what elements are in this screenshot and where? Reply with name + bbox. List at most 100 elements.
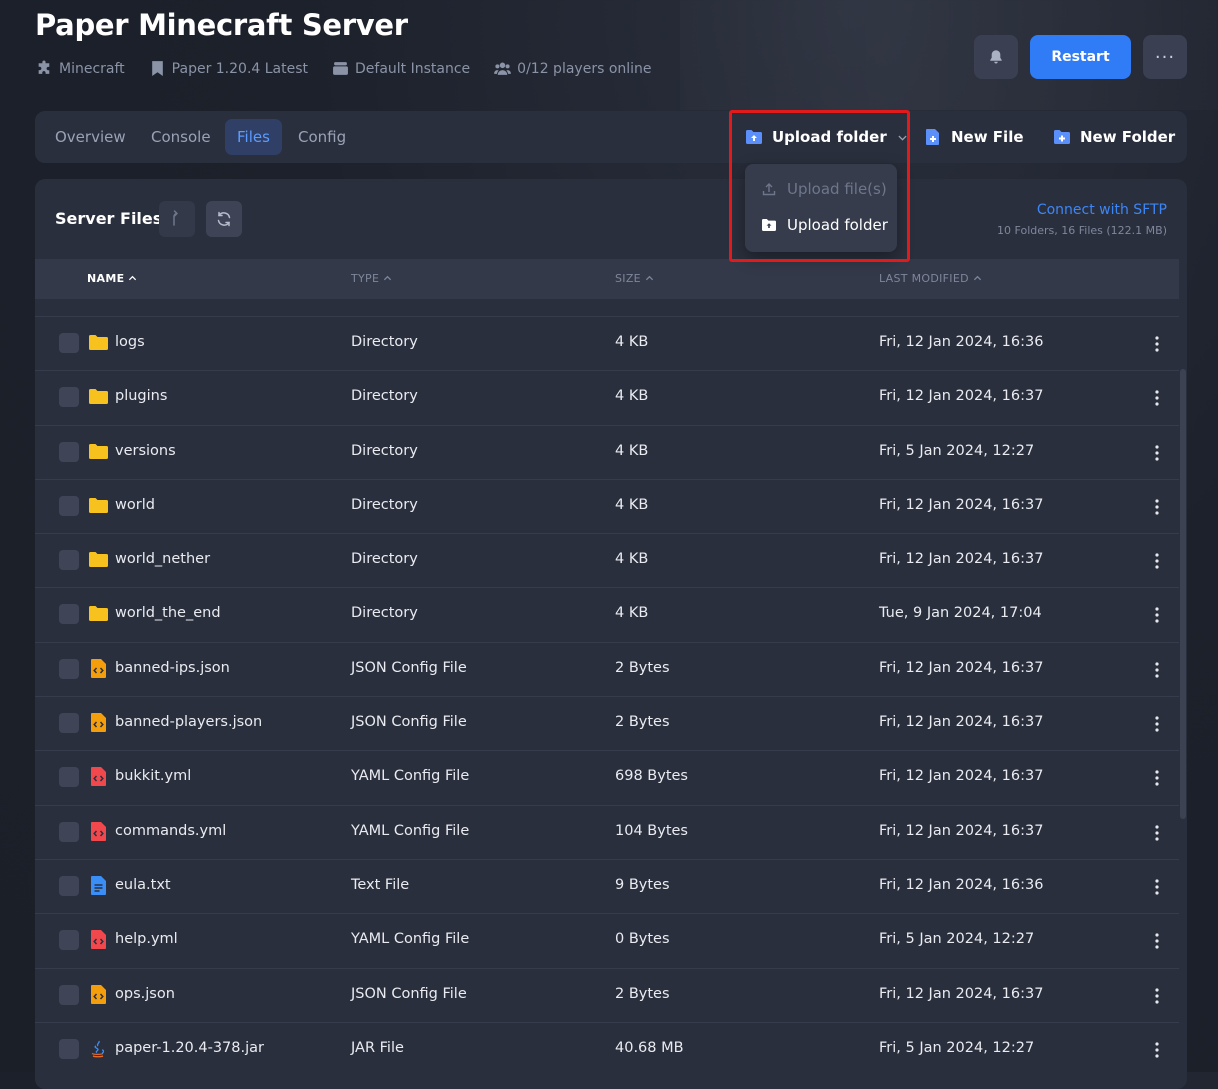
col-name-header[interactable]: NAME xyxy=(87,272,137,285)
kebab-menu-icon xyxy=(1155,879,1159,895)
table-row[interactable]: versions Directory 4 KB Fri, 5 Jan 2024, 12… xyxy=(35,424,1179,479)
tab-overview[interactable]: Overview xyxy=(43,119,138,155)
row-actions-button[interactable] xyxy=(1149,551,1165,571)
row-checkbox[interactable] xyxy=(59,604,79,625)
connect-sftp-link[interactable]: Connect with SFTP xyxy=(1037,202,1167,218)
upload-folder-button[interactable]: Upload folder xyxy=(745,128,909,146)
meta-game: Minecraft xyxy=(36,60,125,77)
file-name[interactable]: ops.json xyxy=(115,986,175,1002)
col-modified-header[interactable]: LAST MODIFIED xyxy=(879,272,982,285)
table-row[interactable]: world_the_end Directory 4 KB Tue, 9 Jan 202… xyxy=(35,587,1179,641)
file-type: Directory xyxy=(351,496,418,513)
row-checkbox[interactable] xyxy=(59,984,79,1005)
file-name[interactable]: world_nether xyxy=(115,551,210,567)
file-name[interactable]: world xyxy=(115,497,155,513)
file-name[interactable]: help.yml xyxy=(115,931,178,947)
row-actions-button[interactable] xyxy=(1149,1040,1165,1060)
row-actions-button[interactable] xyxy=(1149,388,1165,408)
row-checkbox[interactable] xyxy=(59,550,79,571)
file-type: Directory xyxy=(351,551,418,568)
upload-folder-option[interactable]: Upload folder xyxy=(761,216,888,234)
row-actions-button[interactable] xyxy=(1149,823,1165,843)
row-checkbox[interactable] xyxy=(59,1038,79,1059)
restart-button[interactable]: Restart xyxy=(1030,35,1131,79)
scrollbar[interactable] xyxy=(1180,369,1186,819)
puzzle-icon xyxy=(38,60,50,74)
row-actions-button[interactable] xyxy=(1149,714,1165,734)
folder-upload-icon xyxy=(746,130,762,144)
tab-console[interactable]: Console xyxy=(139,119,223,155)
table-row[interactable]: logs Directory 4 KB Fri, 12 Jan 2024, 16:36 xyxy=(35,316,1179,370)
row-checkbox[interactable] xyxy=(59,713,79,734)
row-actions-button[interactable] xyxy=(1149,768,1165,788)
file-name[interactable]: banned-players.json xyxy=(115,714,262,730)
file-name[interactable]: commands.yml xyxy=(115,823,226,839)
file-size: 4 KB xyxy=(615,388,649,405)
users-icon xyxy=(494,62,511,75)
more-options-button[interactable]: ··· xyxy=(1143,35,1187,79)
new-file-label: New File xyxy=(951,128,1024,146)
upload-files-option[interactable]: Upload file(s) xyxy=(761,180,887,198)
chevron-down-icon xyxy=(898,135,907,141)
table-row[interactable]: bukkit.yml YAML Config File 698 Bytes Fri, … xyxy=(35,750,1179,804)
kebab-menu-icon xyxy=(1155,662,1159,678)
kebab-menu-icon xyxy=(1155,716,1159,732)
file-size: 40.68 MB xyxy=(615,1039,684,1056)
file-name[interactable]: paper-1.20.4-378.jar xyxy=(115,1040,264,1056)
col-size-header[interactable]: SIZE xyxy=(615,272,654,285)
kebab-menu-icon xyxy=(1155,444,1159,461)
meta-version-label: Paper 1.20.4 Latest xyxy=(171,60,309,77)
table-row[interactable]: world Directory 4 KB Fri, 12 Jan 2024, 16:3… xyxy=(35,478,1179,533)
row-actions-button[interactable] xyxy=(1149,605,1165,625)
parent-directory-button[interactable] xyxy=(159,201,195,237)
table-row[interactable]: world_nether Directory 4 KB Fri, 12 Jan 202… xyxy=(35,533,1179,587)
row-actions-button[interactable] xyxy=(1149,931,1165,951)
file-name[interactable]: world_the_end xyxy=(115,605,221,621)
file-size: 4 KB xyxy=(615,551,649,568)
row-actions-button[interactable] xyxy=(1149,877,1165,897)
tab-files[interactable]: Files xyxy=(225,119,282,155)
table-row[interactable]: help.yml YAML Config File 0 Bytes Fri, 5 Ja… xyxy=(35,913,1179,967)
row-checkbox[interactable] xyxy=(59,875,79,896)
new-file-button[interactable]: New File xyxy=(924,128,1024,146)
tab-bar: Overview Console Files Config Upload fol… xyxy=(35,111,1187,163)
table-row[interactable]: eula.txt Text File 9 Bytes Fri, 12 Jan 2024… xyxy=(35,858,1179,913)
file-name[interactable]: plugins xyxy=(115,388,167,404)
row-checkbox[interactable] xyxy=(59,821,79,842)
json-file-icon xyxy=(88,984,109,1005)
notifications-button[interactable] xyxy=(974,35,1018,79)
row-actions-button[interactable] xyxy=(1149,986,1165,1006)
file-name[interactable]: banned-ips.json xyxy=(115,660,230,676)
file-type: Directory xyxy=(351,442,418,459)
row-checkbox[interactable] xyxy=(59,441,79,462)
tab-config[interactable]: Config xyxy=(286,119,358,155)
row-checkbox[interactable] xyxy=(59,333,79,353)
table-row[interactable]: plugins Directory 4 KB Fri, 12 Jan 2024, 16… xyxy=(35,370,1179,424)
row-checkbox[interactable] xyxy=(59,930,79,951)
table-row[interactable]: commands.yml YAML Config File 104 Bytes Fri… xyxy=(35,804,1179,859)
row-actions-button[interactable] xyxy=(1149,497,1165,517)
meta-instance-label: Default Instance xyxy=(355,60,471,77)
col-type-header[interactable]: TYPE xyxy=(351,272,392,285)
table-row[interactable]: ops.json JSON Config File 2 Bytes Fri, 12 J… xyxy=(35,967,1179,1022)
file-name[interactable]: logs xyxy=(115,334,145,350)
kebab-menu-icon xyxy=(1155,390,1159,406)
new-folder-button[interactable]: New Folder xyxy=(1053,128,1175,146)
row-checkbox[interactable] xyxy=(59,495,79,516)
file-name[interactable]: bukkit.yml xyxy=(115,768,191,784)
file-size: 2 Bytes xyxy=(615,714,670,731)
table-row[interactable]: paper-1.20.4-378.jar JAR File 40.68 MB Fri,… xyxy=(35,1021,1179,1076)
table-row[interactable]: banned-players.json JSON Config File 2 Byt… xyxy=(35,696,1179,750)
file-name[interactable]: eula.txt xyxy=(115,877,171,893)
row-actions-button[interactable] xyxy=(1149,334,1165,354)
row-checkbox[interactable] xyxy=(59,767,79,788)
file-modified: Fri, 5 Jan 2024, 12:27 xyxy=(879,1039,1035,1056)
folder-icon xyxy=(88,603,109,624)
row-actions-button[interactable] xyxy=(1149,660,1165,680)
refresh-button[interactable] xyxy=(206,201,242,237)
row-checkbox[interactable] xyxy=(59,387,79,408)
file-name[interactable]: versions xyxy=(115,443,176,459)
table-row[interactable]: banned-ips.json JSON Config File 2 Bytes Fr… xyxy=(35,641,1179,696)
row-actions-button[interactable] xyxy=(1149,443,1165,463)
row-checkbox[interactable] xyxy=(59,658,79,679)
